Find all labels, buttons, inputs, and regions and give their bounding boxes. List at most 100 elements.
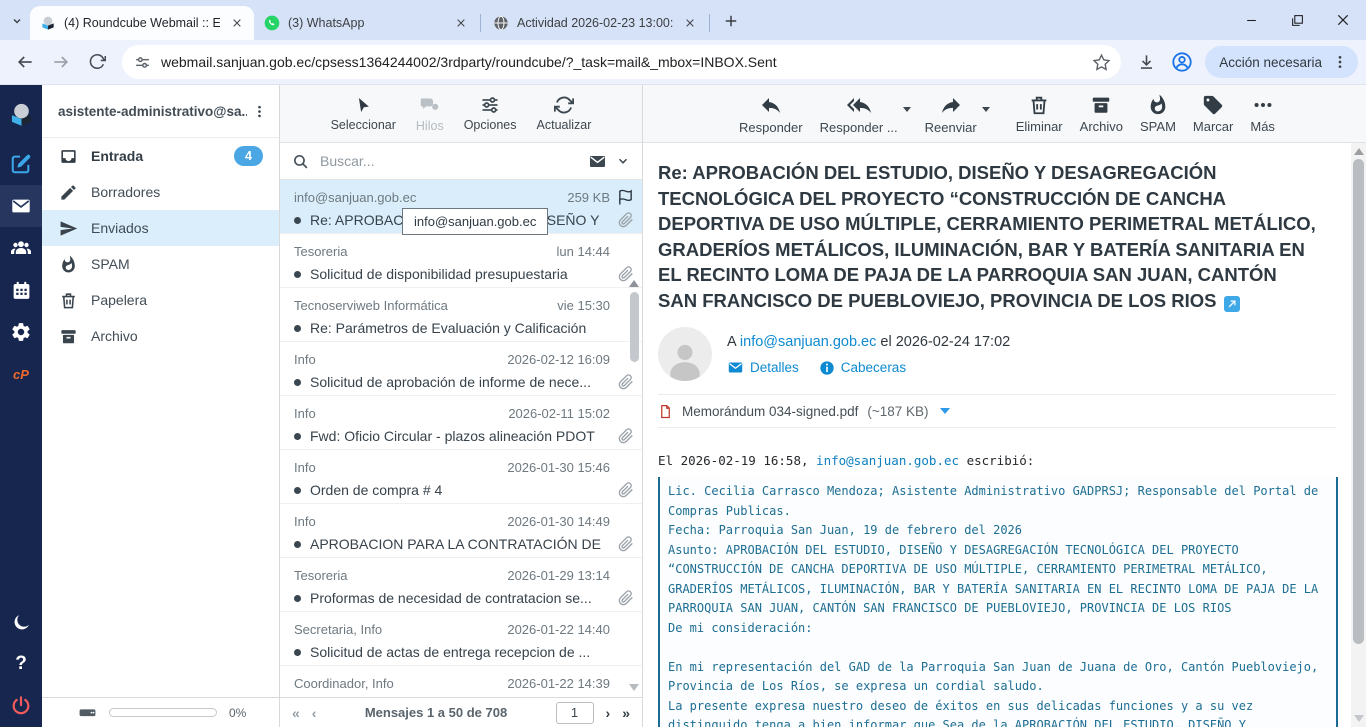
dark-mode-button[interactable] [0, 601, 42, 643]
tab-close-icon[interactable] [452, 14, 470, 32]
tab-search-button[interactable] [4, 4, 30, 38]
folder-archive[interactable]: Archivo [42, 318, 279, 354]
attachment-item[interactable]: Memorándum 034-signed.pdf (~187 KB) [658, 394, 1336, 428]
mark-button[interactable]: Marcar [1193, 94, 1233, 134]
message-list-item[interactable]: Info 2026-01-30 14:49 APROBACION PARA LA… [280, 504, 642, 558]
list-scrollbar-thumb[interactable] [630, 292, 639, 362]
message-list-item[interactable]: Secretaria, Info 2026-01-22 14:40 Solici… [280, 612, 642, 666]
reply-label: Responder [739, 120, 803, 135]
archive-button[interactable]: Archivo [1080, 94, 1123, 134]
forward-button[interactable] [44, 45, 78, 79]
folder-drafts[interactable]: Borradores [42, 174, 279, 210]
action-needed-chip[interactable]: Acción necesaria [1205, 46, 1358, 78]
folder-spam[interactable]: SPAM [42, 246, 279, 282]
message-list-item[interactable]: Info 2026-02-11 15:02 Fwd: Oficio Circul… [280, 396, 642, 450]
logout-button[interactable] [0, 685, 42, 727]
recipient-email-link[interactable]: info@sanjuan.gob.ec [740, 334, 876, 350]
unread-dot [294, 433, 301, 440]
cpanel-link[interactable]: cP [0, 353, 42, 395]
reply-button[interactable]: Responder [739, 93, 803, 135]
message-list-item[interactable]: Tesoreria 2026-01-29 13:14 Proformas de … [280, 558, 642, 612]
options-button[interactable]: Opciones [462, 95, 519, 132]
message-meta: A info@sanjuan.gob.ec el 2026-02-24 17:0… [727, 327, 1010, 381]
page-number-input[interactable] [556, 702, 594, 724]
close-window-button[interactable] [1320, 0, 1366, 40]
folder-sent[interactable]: Enviados [42, 210, 279, 246]
details-toggle[interactable]: Detalles [727, 359, 799, 376]
forward-caret-icon[interactable] [982, 107, 990, 112]
tab-whatsapp[interactable]: (3) WhatsApp [254, 6, 478, 40]
search-options-chevron-icon[interactable] [616, 154, 630, 168]
message-subject: APROBACION PARA LA CONTRATACIÓN DE... [310, 536, 602, 552]
rail-settings-button[interactable] [0, 311, 42, 353]
view-scrollbar[interactable] [1351, 143, 1366, 727]
message-list-item[interactable]: Tecnoserviweb Informática vie 15:30 Re: … [280, 288, 642, 342]
refresh-button[interactable]: Actualizar [535, 95, 594, 132]
profile-avatar-icon[interactable] [1165, 45, 1199, 79]
account-menu-icon[interactable] [247, 96, 271, 126]
message-list-item[interactable]: Tesoreria lun 14:44 Solicitud de disponi… [280, 234, 642, 288]
message-row-line2: Solicitud de disponibilidad presupuestar… [294, 265, 634, 283]
attachment-menu-caret-icon[interactable] [940, 408, 950, 414]
view-scrollbar-thumb[interactable] [1353, 159, 1364, 644]
help-button[interactable]: ? [0, 643, 42, 685]
reply-all-caret-icon[interactable] [903, 107, 911, 112]
delete-button[interactable]: Eliminar [1016, 94, 1063, 134]
rail-contacts-button[interactable] [0, 227, 42, 269]
message-list-item[interactable]: Coordinador, Info 2026-01-22 14:39 [280, 666, 642, 697]
message-row-line1: Info 2026-02-11 15:02 [294, 404, 634, 422]
select-button[interactable]: Seleccionar [329, 96, 398, 132]
reply-all-button[interactable]: Responder ... [820, 93, 898, 135]
search-bar [280, 143, 642, 180]
last-page-button[interactable]: » [622, 705, 630, 721]
site-info-icon[interactable] [134, 54, 151, 71]
attachment-name[interactable]: Memorándum 034-signed.pdf [682, 404, 858, 419]
pencil-icon [59, 183, 78, 202]
new-tab-button[interactable] [718, 8, 744, 34]
tab-actividad[interactable]: Actividad 2026-02-23 13:00:00 [483, 6, 707, 40]
rail-mail-button[interactable] [0, 185, 42, 227]
list-scroll-up-arrow[interactable] [629, 280, 639, 287]
roundcube-app: cP ? asistente-administrativo@sa... [0, 85, 1366, 727]
more-button[interactable]: Más [1250, 94, 1275, 134]
tab-close-icon[interactable] [228, 14, 246, 32]
minimize-button[interactable] [1228, 0, 1274, 40]
folder-trash[interactable]: Papelera [42, 282, 279, 318]
quote-author-email-link[interactable]: info@sanjuan.gob.ec [816, 453, 959, 468]
forward-button[interactable]: Reenviar [925, 93, 977, 135]
rail-calendar-button[interactable] [0, 269, 42, 311]
search-input[interactable] [318, 152, 579, 170]
scroll-up-arrow[interactable] [1354, 148, 1364, 155]
spam-label: SPAM [1140, 119, 1176, 134]
message-list-item[interactable]: Info 2026-02-12 16:09 Solicitud de aprob… [280, 342, 642, 396]
tab-close-icon[interactable] [681, 14, 699, 32]
headers-toggle[interactable]: Cabeceras [819, 360, 906, 376]
flag-icon[interactable] [610, 188, 634, 206]
address-bar[interactable]: webmail.sanjuan.gob.ec/cpsess1364244002/… [122, 45, 1121, 79]
spam-button[interactable]: SPAM [1140, 94, 1176, 134]
bookmark-star-icon[interactable] [1092, 53, 1111, 72]
back-button[interactable] [8, 45, 42, 79]
message-list-item[interactable]: Info 2026-01-30 15:46 Orden de compra # … [280, 450, 642, 504]
next-page-button[interactable]: › [606, 705, 611, 721]
download-button[interactable] [1129, 45, 1163, 79]
options-label: Opciones [464, 118, 517, 132]
prev-page-button[interactable]: ‹ [312, 705, 317, 721]
url-text[interactable]: webmail.sanjuan.gob.ec/cpsess1364244002/… [161, 54, 1092, 70]
scroll-down-arrow[interactable] [1354, 715, 1364, 722]
first-page-button[interactable]: « [292, 705, 300, 721]
search-scope-mail-icon[interactable] [588, 152, 607, 171]
tab-title: (4) Roundcube Webmail :: Envia [64, 16, 220, 30]
folder-inbox[interactable]: Entrada 4 [42, 138, 279, 174]
browser-menu-icon[interactable] [1328, 47, 1352, 77]
message-sender: Secretaria, Info [294, 622, 499, 637]
restore-button[interactable] [1274, 0, 1320, 40]
trash-icon [1028, 94, 1050, 116]
compose-button[interactable] [0, 143, 42, 185]
external-link-icon[interactable] [1224, 296, 1240, 312]
reload-button[interactable] [80, 45, 114, 79]
list-scroll-down-arrow[interactable] [629, 684, 639, 691]
threads-button[interactable]: Hilos [414, 95, 446, 133]
tab-roundcube[interactable]: (4) Roundcube Webmail :: Envia [30, 6, 254, 40]
message-subject: Solicitud de aprobación de informe de ne… [310, 374, 602, 390]
